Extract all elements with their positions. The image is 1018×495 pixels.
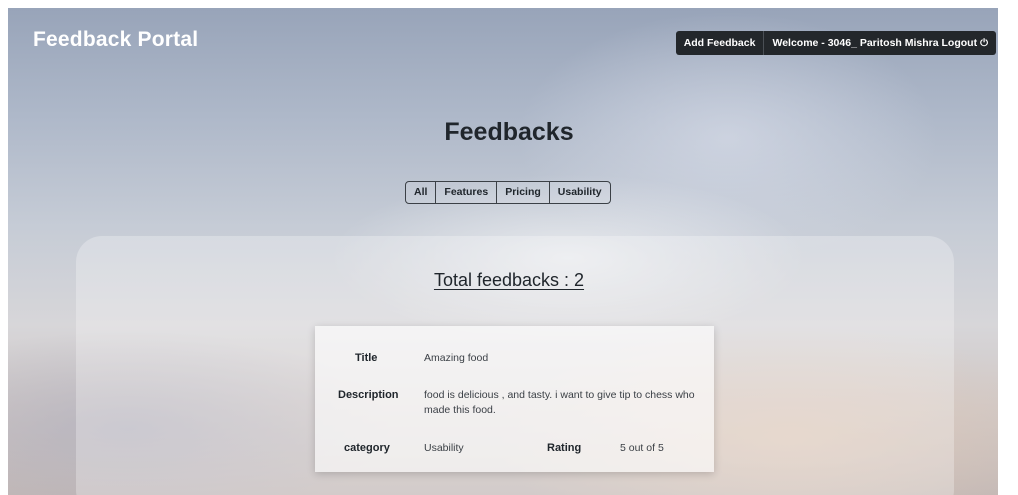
rating-label: Rating [547,442,582,454]
brand-title[interactable]: Feedback Portal [33,28,198,52]
power-icon: ⏻ [980,38,988,49]
welcome-logout-button[interactable]: Welcome - 3046_ Paritosh Mishra Logout ⏻ [764,31,996,55]
rating-value: 5 out of 5 [620,442,664,454]
title-label: Title [355,352,378,364]
welcome-logout-label: Welcome - 3046_ Paritosh Mishra Logout [772,37,978,49]
total-feedbacks: Total feedbacks : 2 [0,270,1018,291]
category-label: category [344,442,390,454]
page-title: Feedbacks [444,118,574,146]
total-feedbacks-label: Total feedbacks : 2 [433,270,585,290]
filter-usability-button[interactable]: Usability [549,182,610,203]
description-label: Description [338,389,399,401]
add-feedback-button[interactable]: Add Feedback [676,31,764,55]
filter-features-button[interactable]: Features [436,182,498,203]
feedback-card: Title Amazing food Description food is d… [315,326,714,472]
category-value: Usability [424,442,464,454]
title-value: Amazing food [424,352,489,364]
filter-button-group: All Features Pricing Usability [405,181,611,204]
top-nav: Add Feedback Welcome - 3046_ Paritosh Mi… [675,31,996,55]
filter-all-button[interactable]: All [406,182,437,203]
filter-pricing-button[interactable]: Pricing [497,182,550,203]
description-value: food is delicious , and tasty. i want to… [424,389,695,416]
